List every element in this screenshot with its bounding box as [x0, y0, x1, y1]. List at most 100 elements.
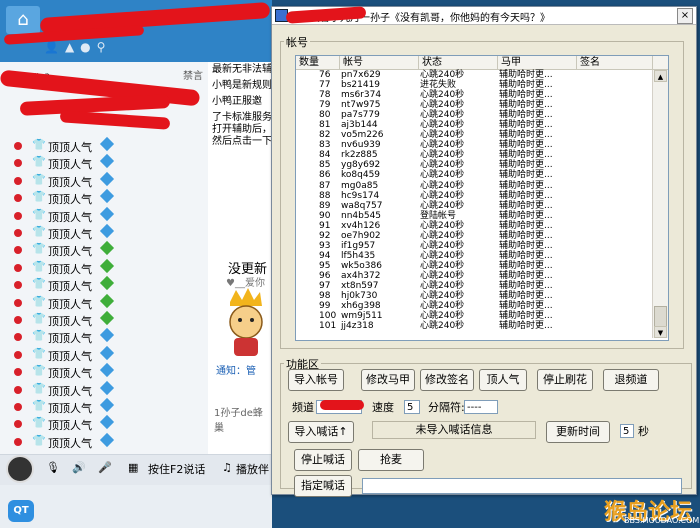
table-row[interactable]: 90 nn4b545 登陆帐号 辅助哈时更... — [296, 211, 651, 221]
table-row[interactable]: 91 xv4h126 心跳240秒 辅助哈时更... — [296, 221, 651, 231]
cell-n: 93 — [319, 240, 331, 251]
shirt-icon: 👕 — [32, 155, 46, 169]
speed-input[interactable]: 5 — [404, 400, 420, 414]
scroll-down-icon[interactable]: ▼ — [654, 326, 667, 338]
music-icon[interactable]: ♫ — [222, 461, 232, 474]
contact-item[interactable]: 👕 顶顶人气 — [14, 432, 204, 450]
separator-input[interactable]: ---- — [464, 400, 498, 414]
contact-name: 顶顶人气 — [48, 315, 92, 328]
table-row[interactable]: 85 yg8y692 心跳240秒 辅助哈时更... — [296, 160, 651, 170]
table-row[interactable]: 101 jj4z318 心跳240秒 辅助哈时更... — [296, 321, 651, 331]
time-input[interactable]: 5 — [620, 424, 634, 438]
contact-item[interactable]: 👕 顶顶人气 — [14, 154, 204, 171]
table-row[interactable]: 89 wa8q757 心跳240秒 辅助哈时更... — [296, 201, 651, 211]
volume-icon[interactable]: 🔊 — [72, 461, 86, 474]
close-icon[interactable]: × — [677, 8, 693, 24]
toolbar-icons[interactable]: 👤▲●⚲ — [44, 40, 111, 54]
contact-item[interactable]: 👕 顶顶人气 — [14, 415, 204, 432]
account-list[interactable]: 数量 帐号 状态 马甲 签名 76 pn7x629 心跳240秒 辅助哈时更... 77… — [295, 55, 669, 341]
contact-item[interactable]: 👕 顶顶人气 — [14, 171, 204, 189]
table-row[interactable]: 88 hc9s174 心跳240秒 辅助哈时更... — [296, 191, 651, 201]
contact-item[interactable]: 👕 顶顶人气 — [14, 363, 204, 380]
contact-item[interactable]: 👕 顶顶人气 — [14, 241, 204, 258]
cell-n: 94 — [319, 250, 331, 261]
blue-gem-icon — [99, 154, 115, 169]
cell-status: 心跳240秒 — [420, 160, 465, 171]
contact-item[interactable]: 👕 顶顶人气 — [14, 293, 204, 311]
column-header[interactable]: 数量 — [296, 56, 340, 69]
table-row[interactable]: 77 bs21419 进花失败 辅助哈时更... — [296, 80, 651, 90]
import-shout-button[interactable]: 导入喊话↑ — [288, 421, 354, 443]
shirt-icon: 👕 — [32, 190, 46, 204]
blue-gem-icon — [99, 363, 115, 378]
contact-item[interactable]: 👕 顶顶人气 — [14, 258, 204, 276]
cell-n: 90 — [319, 210, 331, 221]
table-row[interactable]: 99 xh6g398 心跳240秒 辅助哈时更... — [296, 301, 651, 311]
notice-link[interactable]: 通知：管 — [216, 362, 256, 377]
table-row[interactable]: 80 pa7s779 心跳240秒 辅助哈时更... — [296, 110, 651, 120]
blue-gem-icon — [99, 223, 115, 239]
contact-item[interactable]: 👕 顶顶人气 — [14, 328, 204, 345]
cell-acct: mg0a85 — [341, 180, 379, 191]
send-shout-button[interactable]: 指定喊话 — [294, 475, 352, 497]
stop-flowers-button[interactable]: 停止刷花 — [537, 369, 593, 391]
stop-shout-button[interactable]: 停止喊话 — [294, 449, 352, 471]
qt-logo-icon[interactable]: QT — [8, 500, 34, 522]
table-row[interactable]: 96 ax4h372 心跳240秒 辅助哈时更... — [296, 271, 651, 281]
table-row[interactable]: 97 xt8n597 心跳240秒 辅助哈时更... — [296, 281, 651, 291]
play-music-button[interactable]: 播放伴 — [236, 461, 269, 477]
list-scrollbar[interactable]: ▲ ▼ — [652, 70, 668, 338]
table-row[interactable]: 95 wk5o386 心跳240秒 辅助哈时更... — [296, 261, 651, 271]
contact-item[interactable]: 👕 顶顶人气 — [14, 310, 204, 328]
home-icon[interactable]: ⌂ — [6, 6, 40, 34]
cell-vest: 辅助哈时更... — [499, 70, 553, 80]
table-row[interactable]: 84 rk2z885 心跳240秒 辅助哈时更... — [296, 150, 651, 160]
table-row[interactable]: 78 ms6r374 心跳240秒 辅助哈时更... — [296, 90, 651, 100]
table-row[interactable]: 82 vo5m226 心跳240秒 辅助哈时更... — [296, 130, 651, 140]
microphone-icon[interactable]: 🎙 — [46, 461, 60, 474]
table-row[interactable]: 100 wm9j511 心跳240秒 辅助哈时更... — [296, 311, 651, 321]
status-dot-icon — [14, 229, 22, 237]
cell-status: 心跳240秒 — [420, 130, 465, 141]
scroll-up-icon[interactable]: ▲ — [654, 70, 667, 82]
contact-item[interactable]: 👕 顶顶人气 — [14, 276, 204, 293]
edit-signature-button[interactable]: 修改签名 — [420, 369, 474, 391]
contact-item[interactable]: 👕 顶顶人气 — [14, 380, 204, 398]
push-to-talk-button[interactable]: 按住F2说话 — [148, 461, 205, 477]
table-row[interactable]: 93 if1g957 心跳240秒 辅助哈时更... — [296, 241, 651, 251]
table-row[interactable]: 86 ko8q459 心跳240秒 辅助哈时更... — [296, 170, 651, 180]
contact-item[interactable]: 👕 顶顶人气 — [14, 189, 204, 206]
contact-item[interactable]: 👕 顶顶人气 — [14, 223, 204, 241]
shout-text-input[interactable] — [362, 478, 682, 494]
avatar[interactable] — [6, 455, 34, 483]
contact-item[interactable]: 👕 顶顶人气 — [14, 136, 204, 154]
mic-toggle-icon[interactable]: 🎤 — [98, 461, 112, 474]
contact-item[interactable]: 👕 顶顶人气 — [14, 397, 204, 415]
table-row[interactable]: 79 nt7w975 心跳240秒 辅助哈时更... — [296, 100, 651, 110]
column-header[interactable]: 状态 — [419, 56, 498, 69]
contact-item[interactable]: 👕 顶顶人气 — [14, 345, 204, 363]
table-row[interactable]: 76 pn7x629 心跳240秒 辅助哈时更... — [296, 70, 651, 80]
column-header[interactable]: 马甲 — [498, 56, 577, 69]
status-dot-icon — [14, 437, 22, 446]
popularity-button[interactable]: 顶人气 — [479, 369, 527, 391]
table-row[interactable]: 83 nv6u939 心跳240秒 辅助哈时更... — [296, 140, 651, 150]
edit-vest-button[interactable]: 修改马甲 — [361, 369, 415, 391]
contact-item[interactable]: 👕 顶顶人气 — [14, 206, 204, 224]
exit-channel-button[interactable]: 退频道 — [603, 369, 659, 391]
table-row[interactable]: 87 mg0a85 心跳240秒 辅助哈时更... — [296, 181, 651, 191]
update-time-button[interactable]: 更新时间 — [546, 421, 610, 443]
table-row[interactable]: 98 hj0k730 心跳240秒 辅助哈时更... — [296, 291, 651, 301]
grab-mic-button[interactable]: 抢麦 — [358, 449, 424, 471]
table-row[interactable]: 94 lf5h435 心跳240秒 辅助哈时更... — [296, 251, 651, 261]
table-row[interactable]: 92 oe7h902 心跳240秒 辅助哈时更... — [296, 231, 651, 241]
cell-n: 78 — [319, 90, 331, 101]
table-row[interactable]: 81 aj3b144 心跳240秒 辅助哈时更... — [296, 120, 651, 130]
speak-hotkey-icon: ▦ — [128, 461, 139, 474]
column-header[interactable]: 帐号 — [340, 56, 419, 69]
import-account-button[interactable]: 导入帐号 — [288, 369, 344, 391]
mute-label[interactable]: 禁言 — [183, 67, 203, 82]
cell-vest: 辅助哈时更... — [499, 190, 553, 201]
green-gem-icon — [99, 293, 115, 308]
column-header[interactable]: 签名 — [577, 56, 653, 69]
